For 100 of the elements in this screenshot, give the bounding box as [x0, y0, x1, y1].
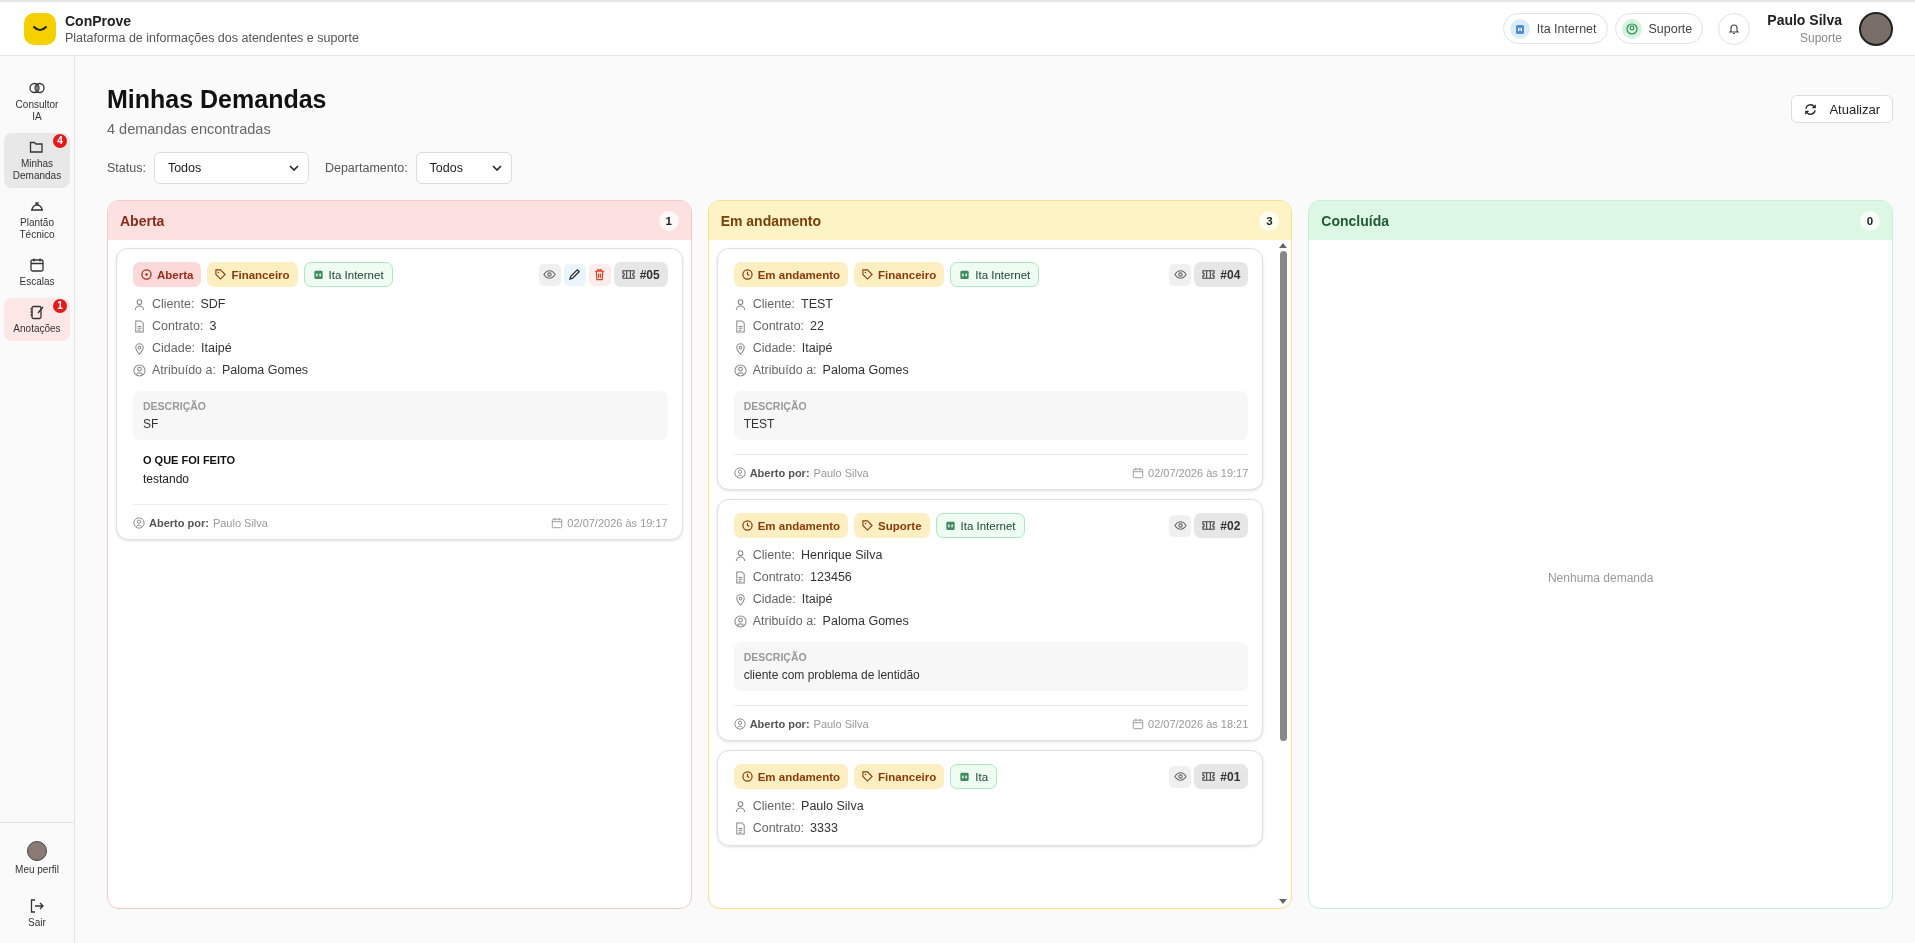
date-text: 02/07/2026 às 19:17 — [567, 517, 668, 529]
ticket-number: #04 — [1194, 262, 1249, 287]
user-role: Suporte — [1798, 31, 1842, 45]
sidebar-item[interactable]: Consultor IA — [4, 74, 70, 129]
description-label: DESCRIÇÃO — [743, 651, 808, 663]
view-button[interactable] — [1169, 765, 1192, 788]
user-circle-icon — [133, 363, 146, 377]
status-tag: Em andamento — [733, 262, 849, 287]
department-tag: Financeiro — [854, 764, 945, 789]
field-value: 22 — [810, 319, 824, 333]
app-subtitle: Plataforma de informações dos atendentes e suporte — [65, 30, 359, 45]
field-label: Atribuído a: — [152, 363, 216, 377]
column-title: Em andamento — [720, 212, 821, 229]
field-value: 3333 — [810, 821, 838, 835]
filter-dropdown[interactable]: Todos — [415, 152, 512, 184]
description-label: DESCRIÇÃO — [743, 400, 808, 412]
context-chip[interactable]: Ita Internet — [1502, 13, 1608, 44]
view-button[interactable] — [1169, 514, 1192, 537]
scrollbar[interactable] — [1277, 243, 1290, 904]
map-pin-icon — [733, 341, 747, 355]
person-icon — [733, 799, 747, 813]
field-value: Itaipé — [801, 341, 833, 355]
field-label: Cliente: — [152, 297, 195, 311]
circle-dot-icon — [141, 269, 152, 280]
sidebar-item[interactable]: Anotações 1 — [4, 298, 70, 341]
field-label: Contrato: — [752, 570, 805, 584]
calendar-icon — [29, 257, 45, 273]
field-label: Cliente: — [752, 799, 796, 813]
field-label: Contrato: — [752, 319, 805, 333]
building-icon — [1513, 22, 1526, 35]
count-badge: 4 — [53, 134, 67, 148]
notifications-button[interactable] — [1718, 12, 1751, 45]
page-subtitle: 4 demandas encontradas — [107, 121, 272, 137]
column-title: Concluída — [1321, 212, 1389, 229]
opened-by-label: Aberto por: — [149, 517, 209, 529]
sidebar-item[interactable]: Plantão Técnico — [4, 192, 70, 247]
folder-icon — [29, 139, 45, 155]
tag-icon — [215, 269, 227, 280]
filter-dropdown[interactable]: Todos — [153, 152, 309, 184]
field-label: Contrato: — [152, 319, 204, 333]
section-label: O QUE FOI FEITO — [143, 454, 237, 466]
document-icon — [733, 319, 747, 333]
calendar-icon — [1132, 718, 1144, 730]
clock-icon — [741, 520, 753, 531]
smiley-logo-icon — [24, 12, 56, 45]
field-value: Paloma Gomes — [221, 363, 309, 377]
view-button[interactable] — [538, 263, 561, 286]
company-tag: Ita Internet — [935, 513, 1025, 538]
pencil-icon — [568, 268, 582, 281]
user-name: Paulo Silva — [1767, 12, 1842, 28]
description-text: SF — [143, 417, 160, 431]
ticket-card[interactable]: Aberta Financeiro Ita Internet #05 Cliente: SDF Contrato: 3 Cidade: Itaipé Atribuído a: Paloma Gomes DESCRIÇÃO SF O QUE FOI FEITO testando Aberto por: Paulo Silva 02/07/2026 às 19:17 — [116, 248, 683, 540]
ticket-number: #02 — [1194, 513, 1249, 538]
tag-icon — [862, 771, 874, 782]
department-tag: Suporte — [854, 513, 930, 538]
opened-by-name: Paulo Silva — [813, 718, 869, 730]
person-icon — [733, 297, 747, 311]
column-title: Aberta — [120, 212, 165, 229]
status-tag: Em andamento — [733, 513, 849, 538]
status-tag: Em andamento — [733, 764, 849, 789]
refresh-button[interactable]: Atualizar — [1791, 95, 1893, 123]
sidebar-item[interactable]: Meu perfil — [4, 835, 70, 882]
ticket-number: #01 — [1194, 764, 1249, 789]
calendar-icon — [1132, 467, 1144, 479]
view-button[interactable] — [1169, 263, 1192, 286]
ticket-number: #05 — [613, 262, 668, 287]
field-value: Paulo Silva — [801, 799, 864, 813]
edit-button[interactable] — [563, 263, 586, 286]
page-title: Minhas Demandas — [107, 85, 327, 114]
user-circle-icon — [733, 614, 747, 628]
field-label: Cidade: — [152, 341, 196, 355]
company-tag: Ita Internet — [950, 262, 1040, 287]
count-badge: 3 — [1259, 210, 1280, 231]
person-icon — [133, 297, 146, 311]
sidebar-item[interactable]: Sair — [4, 892, 70, 935]
status-tag: Aberta — [133, 262, 202, 287]
ticket-card[interactable] — [716, 499, 1264, 741]
avatar[interactable] — [1859, 11, 1893, 46]
sidebar-item[interactable]: Minhas Demandas 4 — [4, 133, 70, 188]
field-label: Atribuído a: — [752, 614, 817, 628]
ticket-icon — [1202, 771, 1216, 782]
sidebar-item[interactable]: Escalas — [4, 251, 70, 294]
date-text: 02/07/2026 às 18:21 — [1148, 718, 1249, 730]
delete-button[interactable] — [588, 263, 611, 286]
map-pin-icon — [733, 592, 747, 606]
opened-by-label: Aberto por: — [749, 718, 810, 730]
person-icon — [733, 548, 747, 562]
chevron-down-icon — [288, 165, 299, 171]
ticket-card[interactable]: Em andamento Financeiro Ita #01 Cliente: Paulo Silva Contrato: 3333 — [716, 750, 1264, 846]
user-circle-icon — [733, 718, 746, 730]
building-icon — [959, 771, 971, 782]
context-chip[interactable]: Suporte — [1614, 13, 1704, 44]
building-icon — [944, 520, 956, 531]
ticket-card[interactable]: Em andamento Financeiro Ita Internet #04 Cliente: TEST Contrato: 22 Cidade: Itaipé Atribuído a: Paloma Gomes DESCRIÇÃO TEST Aberto por: Paulo Silva 02/07/2026 às 19:17 — [716, 248, 1264, 490]
eye-icon — [543, 268, 557, 281]
user-circle-icon — [733, 363, 747, 377]
field-label: Cliente: — [752, 548, 796, 562]
field-value: Itaipé — [801, 592, 833, 606]
field-value: 3 — [209, 319, 217, 333]
brain-icon — [29, 80, 45, 96]
